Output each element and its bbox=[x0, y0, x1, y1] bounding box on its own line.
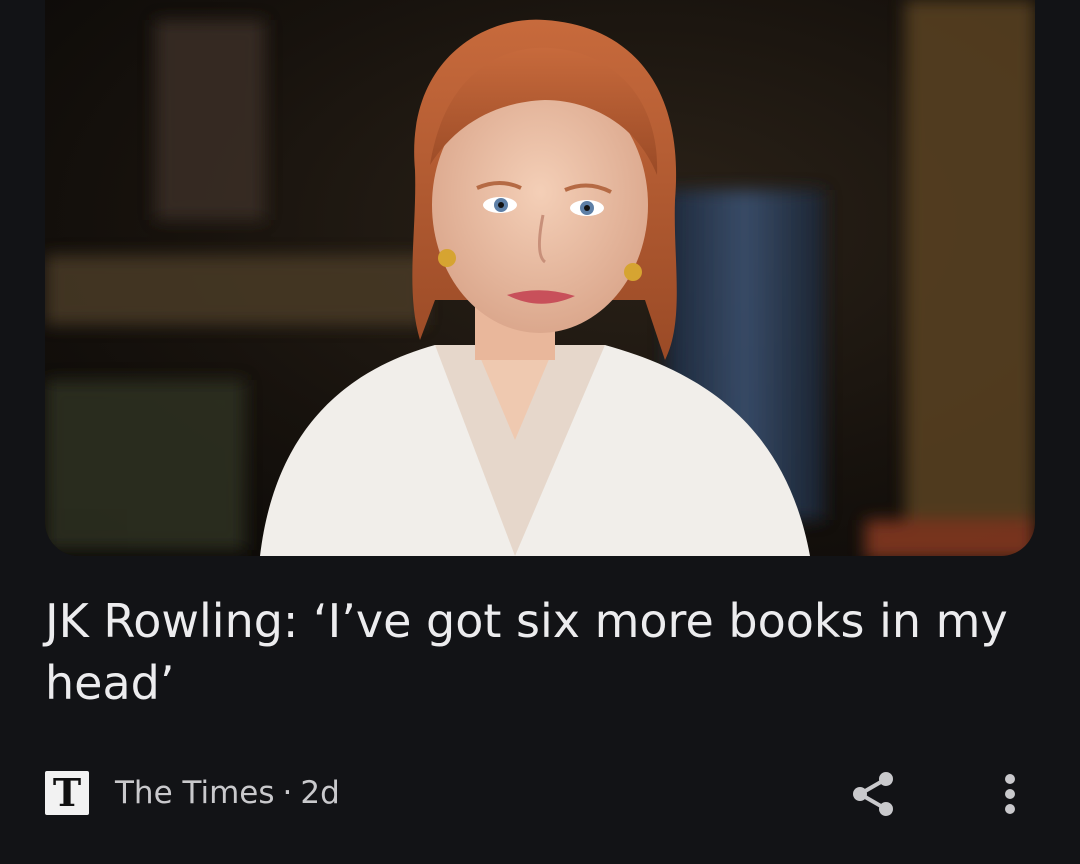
article-headline[interactable]: JK Rowling: ‘I’ve got six more books in … bbox=[45, 590, 1025, 714]
portrait-illustration bbox=[45, 0, 1035, 556]
more-options-button[interactable] bbox=[990, 768, 1030, 820]
article-age: 2d bbox=[300, 775, 340, 811]
meta-separator: · bbox=[282, 775, 293, 811]
share-button[interactable] bbox=[848, 768, 900, 820]
more-vert-icon bbox=[1005, 774, 1015, 814]
source-logo: T bbox=[45, 771, 89, 815]
share-icon bbox=[853, 772, 893, 816]
news-card[interactable]: JK Rowling: ‘I’ve got six more books in … bbox=[0, 0, 1080, 864]
article-image[interactable] bbox=[45, 0, 1035, 556]
source-name[interactable]: The Times bbox=[115, 775, 275, 811]
article-meta: T The Times · 2d bbox=[45, 770, 340, 816]
